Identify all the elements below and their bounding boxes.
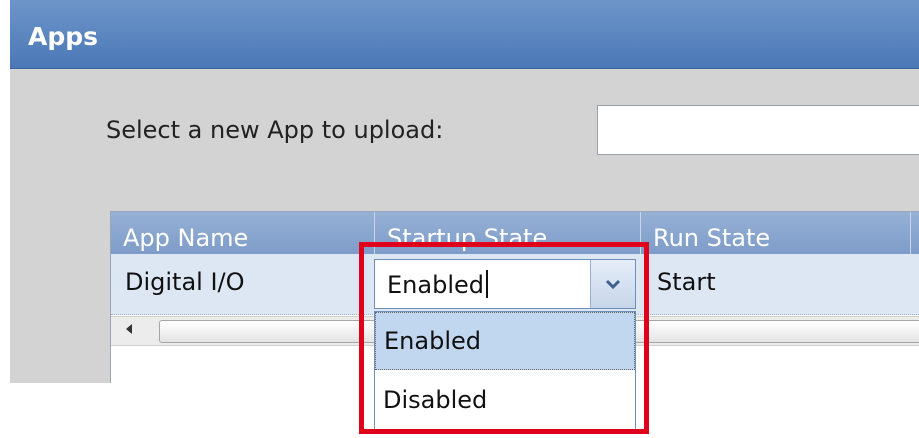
column-header-run-state[interactable]: Run State (641, 212, 911, 254)
upload-label: Select a new App to upload: (106, 116, 444, 144)
app-upload-input[interactable] (597, 105, 919, 155)
column-header-app-name[interactable]: App Name (111, 212, 375, 254)
cell-app-name: Digital I/O (125, 268, 245, 296)
panel-header: Apps (10, 0, 919, 69)
panel-title: Apps (28, 22, 99, 51)
scroll-left-icon[interactable] (115, 320, 143, 342)
cell-run-state[interactable]: Start (657, 254, 716, 314)
highlight-annotation (359, 242, 649, 434)
